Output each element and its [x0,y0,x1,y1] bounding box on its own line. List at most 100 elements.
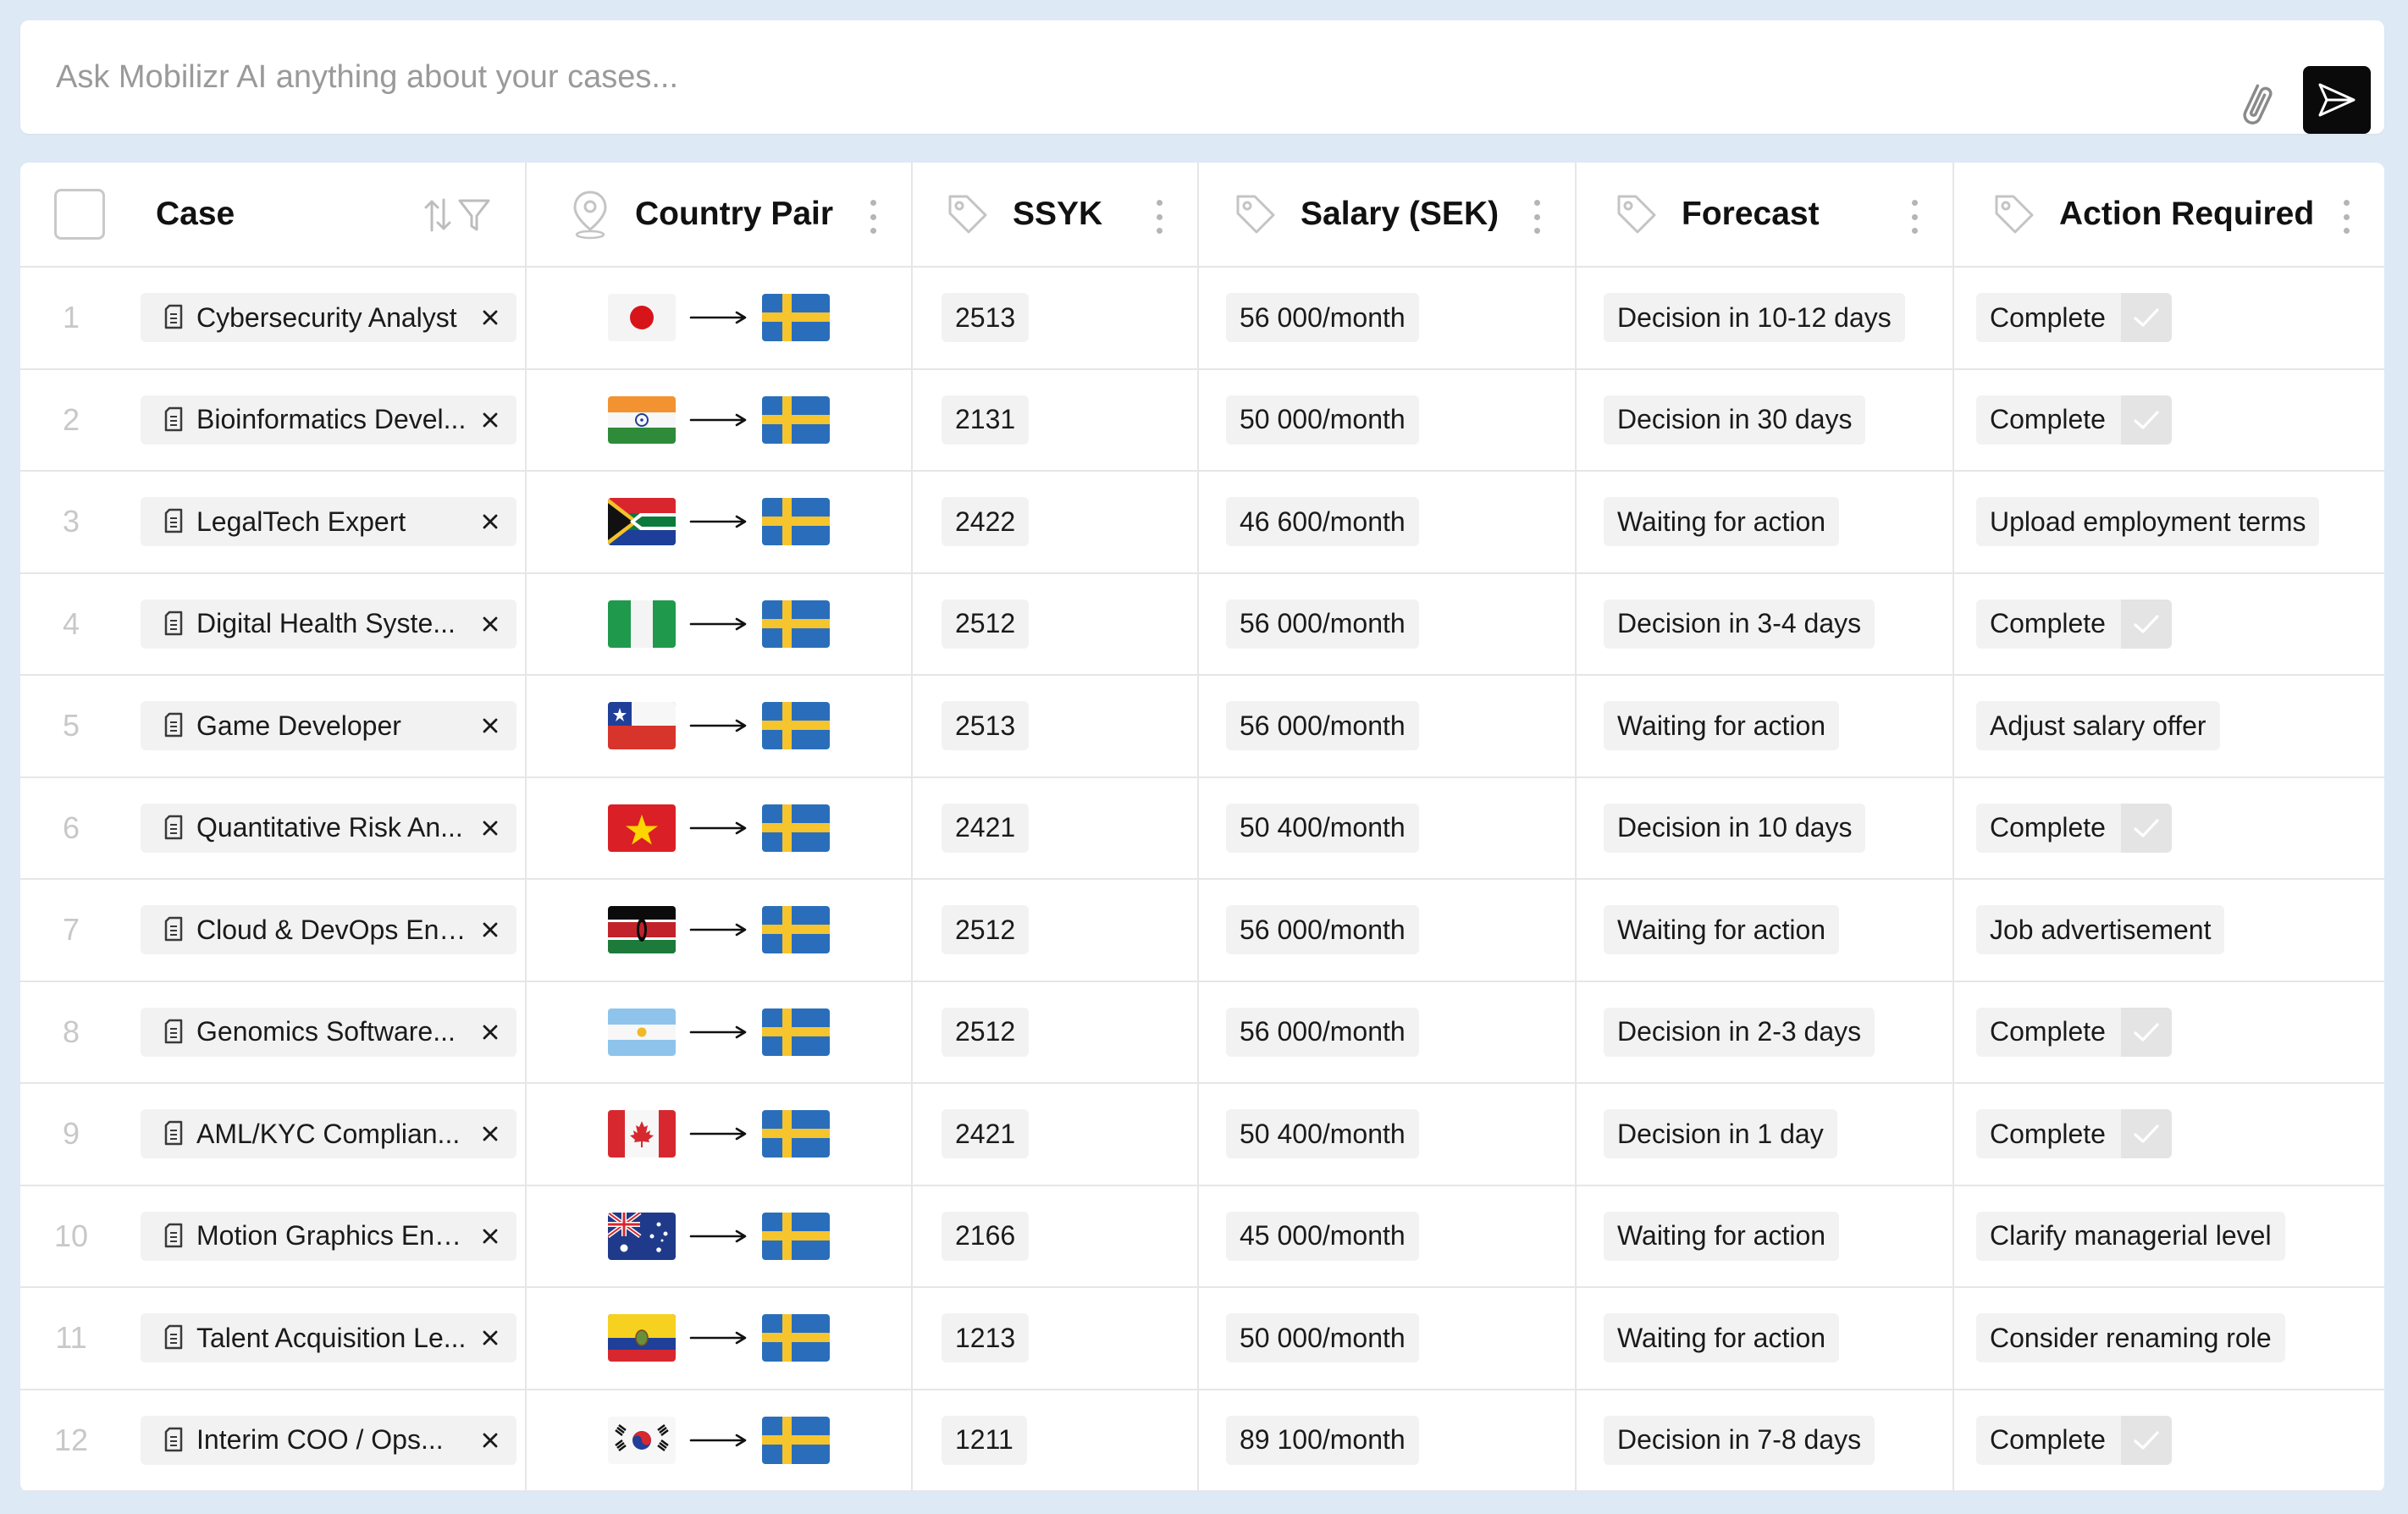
complete-status[interactable]: Complete [1976,293,2172,343]
case-cell: 9 AML/KYC Complian... [20,1084,527,1186]
column-menu-icon[interactable] [1533,200,1541,234]
country-pair-cell [527,676,913,778]
action-label: Complete [1976,1415,2121,1465]
checkmark-icon[interactable] [2120,293,2172,343]
forecast-cell: Decision in 10-12 days [1577,268,1954,370]
complete-status[interactable]: Complete [1976,803,2172,853]
case-chip[interactable]: Cloud & DevOps Eng... [141,905,516,955]
document-icon [163,815,185,842]
close-icon[interactable] [479,613,501,635]
column-menu-icon[interactable] [1155,200,1163,234]
select-all-checkbox[interactable] [54,189,105,240]
action-required-chip[interactable]: Adjust salary offer [1976,701,2220,751]
nigeria-flag-icon [608,600,676,648]
sweden-flag-icon [762,702,830,750]
forecast-cell: Waiting for action [1577,676,1954,778]
kenya-flag-icon [608,906,676,954]
tag-icon [1233,191,1279,237]
checkmark-icon[interactable] [2120,599,2172,649]
checkmark-icon[interactable] [2120,395,2172,445]
salary-value: 89 100/month [1226,1415,1419,1465]
case-chip[interactable]: Talent Acquisition Le... [141,1313,516,1363]
close-icon[interactable] [479,409,501,431]
arrow-right-icon [689,616,748,633]
checkmark-icon[interactable] [2120,1109,2172,1159]
action-required-chip[interactable]: Upload employment terms [1976,497,2320,547]
case-chip[interactable]: Cybersecurity Analyst [141,293,516,343]
action-required-chip[interactable]: Consider renaming role [1976,1313,2285,1363]
filter-icon[interactable] [457,196,491,234]
row-number: 1 [62,300,80,335]
complete-status[interactable]: Complete [1976,1007,2172,1057]
case-chip[interactable]: Game Developer [141,701,516,751]
forecast-status: Waiting for action [1604,1313,1840,1363]
action-cell: Adjust salary offer [1954,676,2384,778]
complete-status[interactable]: Complete [1976,599,2172,649]
forecast-status: Waiting for action [1604,905,1840,955]
close-icon[interactable] [479,1327,501,1349]
document-icon [163,1120,185,1147]
forecast-status: Decision in 2-3 days [1604,1007,1875,1057]
close-icon[interactable] [479,1123,501,1145]
close-icon[interactable] [479,919,501,941]
case-title: Quantitative Risk An... [196,812,463,843]
close-icon[interactable] [479,307,501,329]
document-icon [163,1223,185,1250]
case-chip[interactable]: Interim COO / Ops... [141,1415,516,1465]
column-label: Forecast [1682,196,1820,232]
case-chip[interactable]: Genomics Software... [141,1007,516,1057]
salary-value: 50 000/month [1226,1313,1419,1363]
forecast-status: Decision in 3-4 days [1604,599,1875,649]
close-icon[interactable] [479,817,501,839]
column-menu-icon[interactable] [2342,200,2350,234]
paperclip-icon[interactable] [2227,73,2286,132]
case-cell: 5 Game Developer [20,676,527,778]
salary-value: 45 000/month [1226,1211,1419,1261]
action-cell: Complete [1954,1084,2384,1186]
ssyk-code: 2131 [942,395,1030,445]
checkmark-icon[interactable] [2120,1415,2172,1465]
forecast-cell: Decision in 3-4 days [1577,573,1954,676]
close-icon[interactable] [479,1429,501,1451]
ssyk-code: 2422 [942,497,1030,547]
close-icon[interactable] [479,715,501,737]
column-menu-icon[interactable] [1910,200,1919,234]
column-menu-icon[interactable] [869,200,877,234]
row-number: 5 [62,708,80,743]
sort-filter-controls[interactable] [423,196,491,234]
complete-status[interactable]: Complete [1976,1415,2172,1465]
complete-status[interactable]: Complete [1976,395,2172,445]
case-title: Digital Health Syste... [196,608,456,639]
ssyk-cell: 1213 [913,1288,1199,1390]
case-chip[interactable]: Quantitative Risk An... [141,803,516,853]
salary-cell: 56 000/month [1199,268,1577,370]
ask-input[interactable] [56,46,2173,108]
case-chip[interactable]: AML/KYC Complian... [141,1109,516,1159]
row-number: 9 [62,1116,80,1152]
checkmark-icon[interactable] [2120,1007,2172,1057]
action-required-chip[interactable]: Clarify managerial level [1976,1211,2285,1261]
ssyk-cell: 2513 [913,676,1199,778]
sweden-flag-icon [762,804,830,852]
send-button[interactable] [2303,66,2371,134]
action-required-chip[interactable]: Job advertisement [1976,905,2225,955]
close-icon[interactable] [479,1225,501,1247]
close-icon[interactable] [479,1021,501,1043]
checkmark-icon[interactable] [2120,803,2172,853]
forecast-cell: Waiting for action [1577,1185,1954,1288]
salary-cell: 50 400/month [1199,777,1577,880]
country-pair-cell [527,369,913,472]
complete-status[interactable]: Complete [1976,1109,2172,1159]
case-title: Bioinformatics Devel... [196,404,467,435]
row-number: 12 [53,1422,89,1457]
close-icon[interactable] [479,511,501,533]
case-chip[interactable]: LegalTech Expert [141,497,516,547]
arrow-right-icon [689,513,748,530]
salary-cell: 50 000/month [1199,369,1577,472]
forecast-cell: Decision in 2-3 days [1577,981,1954,1084]
case-chip[interactable]: Digital Health Syste... [141,599,516,649]
sweden-flag-icon [762,1008,830,1056]
sort-icon[interactable] [423,196,452,234]
case-chip[interactable]: Bioinformatics Devel... [141,395,516,445]
case-chip[interactable]: Motion Graphics Eng... [141,1211,516,1261]
